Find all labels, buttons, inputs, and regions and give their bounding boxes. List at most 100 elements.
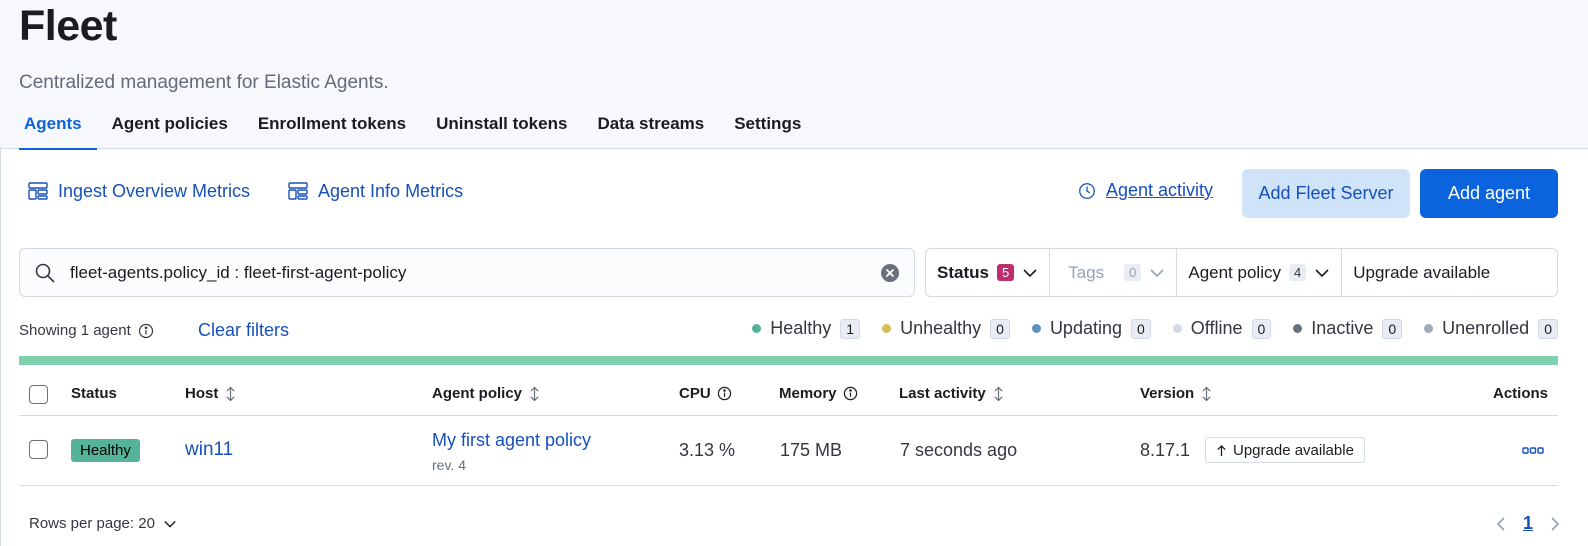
tab-data-streams[interactable]: Data streams [582, 110, 719, 149]
status-summary-count: 0 [990, 318, 1010, 339]
version-value: 8.17.1 [1140, 440, 1191, 460]
chevron-left-icon[interactable] [1493, 516, 1509, 532]
agents-table: Status Host Agent policy CPU Memory Last… [19, 370, 1558, 486]
search-bar [19, 248, 915, 297]
status-filter[interactable]: Status 5 [926, 249, 1051, 296]
rows-per-page-label: Rows per page: 20 [29, 515, 155, 532]
host-link[interactable]: win11 [185, 439, 233, 461]
rows-per-page-selector[interactable]: Rows per page: 20 [29, 515, 177, 532]
column-agent-policy-label: Agent policy [432, 385, 523, 402]
add-agent-button[interactable]: Add agent [1420, 169, 1558, 218]
agent-policy-link[interactable]: My first agent policy [432, 430, 591, 451]
status-filter-count: 5 [996, 264, 1015, 281]
status-summary-count: 0 [1382, 318, 1403, 339]
status-summary-offline: Offline 0 [1172, 318, 1272, 339]
tab-settings[interactable]: Settings [719, 110, 816, 149]
ingest-overview-metrics-link[interactable]: Ingest Overview Metrics [27, 180, 250, 202]
column-version-label: Version [1140, 385, 1195, 402]
offline-dot-icon [1172, 324, 1182, 333]
status-summary-label: Updating [1049, 318, 1122, 338]
showing-count: Showing 1 agent [19, 322, 154, 339]
row-actions-icon[interactable] [1522, 446, 1544, 456]
agent-health-bar [19, 356, 1558, 365]
showing-count-label: Showing 1 agent [19, 322, 131, 339]
agent-activity-link[interactable]: Agent activity [1077, 180, 1213, 201]
memory-value: 175 MB [780, 440, 843, 460]
column-memory-label: Memory [779, 385, 837, 402]
page-number[interactable]: 1 [1523, 513, 1533, 534]
chevron-down-icon [1315, 268, 1329, 277]
tab-uninstall-tokens[interactable]: Uninstall tokens [421, 110, 582, 149]
dashboard-icon [28, 182, 48, 200]
info-icon[interactable] [843, 386, 858, 401]
clear-filters-link[interactable]: Clear filters [198, 320, 289, 341]
column-actions-label: Actions [1492, 385, 1548, 402]
column-status-label: Status [71, 385, 117, 402]
status-summary-healthy: Healthy 1 [752, 318, 861, 339]
agent-policy-filter-label: Agent policy [1188, 262, 1281, 282]
column-cpu: CPU [679, 385, 732, 402]
column-agent-policy[interactable]: Agent policy [432, 385, 541, 402]
tab-agents[interactable]: Agents [19, 110, 97, 150]
sort-icon [530, 386, 539, 401]
sort-icon [994, 386, 1003, 401]
select-all-checkbox[interactable] [29, 385, 48, 404]
upgrade-available-filter-label: Upgrade available [1353, 262, 1491, 282]
column-last-activity[interactable]: Last activity [899, 385, 1005, 402]
page-header: Fleet Centralized management for Elastic… [0, 0, 1588, 150]
status-summary-count: 1 [840, 318, 861, 339]
info-icon[interactable] [138, 323, 154, 339]
status-summary-label: Offline [1190, 318, 1243, 338]
status-summary-count: 0 [1251, 318, 1272, 339]
page-description: Centralized management for Elastic Agent… [19, 72, 389, 93]
column-status: Status [71, 385, 117, 402]
tab-enrollment-tokens[interactable]: Enrollment tokens [243, 110, 421, 149]
status-summary-label: Healthy [770, 318, 832, 338]
upgrade-available-filter[interactable]: Upgrade available [1342, 249, 1501, 296]
healthy-dot-icon [752, 324, 762, 333]
column-host[interactable]: Host [185, 385, 237, 402]
unhealthy-dot-icon [882, 324, 892, 333]
column-version[interactable]: Version [1140, 385, 1213, 402]
column-actions: Actions [1493, 385, 1548, 402]
sort-icon [226, 386, 235, 401]
unenrolled-dot-icon [1424, 324, 1434, 333]
info-icon[interactable] [717, 386, 732, 401]
status-summary-label: Unhealthy [900, 318, 982, 338]
agent-policy-filter[interactable]: Agent policy 4 [1177, 249, 1343, 296]
row-select-checkbox[interactable] [29, 440, 48, 459]
cpu-value: 3.13 % [679, 440, 736, 460]
add-fleet-server-button[interactable]: Add Fleet Server [1242, 169, 1410, 218]
status-summary-unhealthy: Unhealthy 0 [882, 318, 1010, 339]
dashboard-icon [288, 182, 308, 200]
sort-icon [1202, 386, 1211, 401]
status-summary-unenrolled: Unenrolled 0 [1424, 318, 1558, 339]
status-filter-label: Status [937, 262, 989, 282]
column-cpu-label: CPU [679, 385, 711, 402]
updating-dot-icon [1031, 324, 1041, 333]
tab-agent-policies[interactable]: Agent policies [97, 110, 243, 149]
upgrade-available-badge[interactable]: Upgrade available [1205, 437, 1365, 463]
inactive-dot-icon [1293, 324, 1303, 333]
agent-activity-label: Agent activity [1106, 180, 1214, 200]
table-header: Status Host Agent policy CPU Memory Last… [19, 370, 1558, 416]
ingest-overview-metrics-label: Ingest Overview Metrics [58, 180, 251, 201]
chevron-right-icon[interactable] [1547, 516, 1563, 532]
clock-icon [1079, 182, 1095, 199]
column-host-label: Host [185, 385, 219, 402]
search-input[interactable] [70, 252, 880, 293]
status-summary-label: Unenrolled [1442, 318, 1530, 338]
chevron-down-icon [1023, 268, 1037, 277]
clear-search-icon[interactable] [880, 263, 900, 283]
status-summary-label: Inactive [1311, 318, 1374, 338]
agent-info-metrics-link[interactable]: Agent Info Metrics [287, 180, 463, 202]
page-title: Fleet [19, 2, 117, 50]
tags-filter-label: Tags [1068, 262, 1105, 282]
tags-filter[interactable]: Tags 0 [1050, 249, 1178, 296]
status-summary-updating: Updating 0 [1031, 318, 1151, 339]
last-activity-value: 7 seconds ago [900, 440, 1018, 460]
policy-revision: rev. 4 [432, 457, 466, 473]
agent-policy-filter-count: 4 [1288, 264, 1307, 281]
column-last-activity-label: Last activity [899, 385, 986, 402]
tab-bar: Agents Agent policies Enrollment tokens … [19, 110, 816, 150]
